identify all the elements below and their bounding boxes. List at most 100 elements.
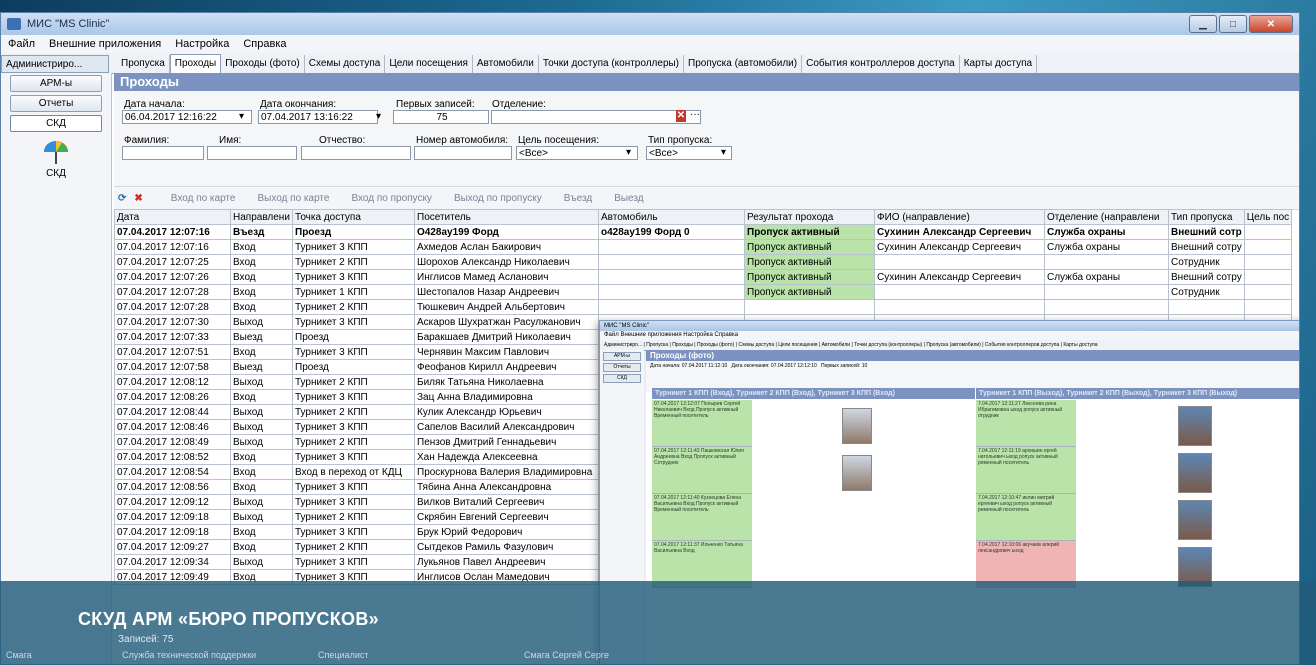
column-header[interactable]: Направлени [230,209,293,225]
minimize-button[interactable]: ▁ [1189,15,1217,33]
table-cell: 07.04.2017 12:09:27 [114,539,231,555]
sidebar-item-arm[interactable]: АРМ-ы [10,75,102,92]
exit-by-card-button[interactable]: Выход по карте [257,193,329,204]
column-header[interactable]: Тип пропуска [1168,209,1245,225]
tab-access-schemes[interactable]: Схемы доступа [305,55,386,73]
table-cell: Ахмедов Аслан Бакирович [414,239,599,255]
exit-card[interactable]: 7.04.2017 12:11:19 архишин ергей натолье… [976,447,1076,494]
table-cell: Хан Надежда Алексеевна [414,449,599,465]
tab-cars[interactable]: Автомобили [473,55,539,73]
table-cell: Турникет 2 КПП [292,509,415,525]
umbrella-icon[interactable] [42,140,70,166]
tab-car-passes[interactable]: Пропуска (автомобили) [684,55,803,73]
name-label: Имя: [219,135,242,146]
date-end-input[interactable]: 07.04.2017 13:16:22 [258,110,378,124]
sidebar-item-reports[interactable]: Отчеты [10,95,102,112]
table-cell: Сапелов Василий Александрович [414,419,599,435]
exit-column-header: Турникет 1 КПП (Выход), Турникет 2 КПП (… [976,388,1299,399]
entry-card[interactable]: 07.04.2017 12:11:40 Кузнецова Елена Васи… [652,494,752,541]
tab-visit-purposes[interactable]: Цели посещения [385,55,473,73]
chevron-down-icon[interactable]: ▾ [721,147,726,158]
menu-external-apps[interactable]: Внешние приложения [42,38,168,50]
menu-settings[interactable]: Настройка [168,38,236,50]
column-header[interactable]: Цель пос [1243,209,1293,225]
date-start-input[interactable]: 06.04.2017 12:16:22 [122,110,252,124]
table-cell [1243,299,1293,315]
surname-label: Фамилия: [124,135,170,146]
surname-input[interactable] [122,146,204,160]
pass-type-select[interactable]: <Все> [646,146,732,160]
chevron-down-icon[interactable]: ▾ [376,111,381,122]
table-cell: Вход [230,239,293,255]
visitor-photo [1178,453,1212,493]
table-row[interactable]: 07.04.2017 12:07:25 Вход Турникет 2 КПП Шор… [114,254,1293,270]
admin-tab[interactable]: Администриро... [1,55,109,73]
table-cell: Турникет 1 КПП [292,284,415,300]
car-entry-button[interactable]: Въезд [564,193,592,204]
entry-card[interactable]: 07.04.2017 12:11:43 Пашковская Юлия Андр… [652,447,752,494]
tab-controller-events[interactable]: События контроллеров доступа [802,55,960,73]
more-icon[interactable]: ··· [690,109,700,120]
car-number-input[interactable] [414,146,512,160]
car-exit-button[interactable]: Выезд [614,193,643,204]
menu-file[interactable]: Файл [1,38,42,50]
table-cell: 07.04.2017 12:07:16 [114,239,231,255]
tab-passages[interactable]: Проходы [169,54,222,73]
table-cell [598,239,745,255]
table-row[interactable]: 07.04.2017 12:07:16 Въезд Проезд О428ау199 … [114,224,1293,240]
table-cell: Турникет 3 КПП [292,389,415,405]
tab-access-points[interactable]: Точки доступа (контроллеры) [539,55,685,73]
chevron-down-icon[interactable]: ▾ [239,111,244,122]
overlay-sidebar-arm[interactable]: АРМ-ы [603,352,641,361]
status-fullname: Смага Сергей Серге [524,650,610,660]
table-cell: Тюшкевич Андрей Альбертович [414,299,599,315]
tab-access-cards[interactable]: Карты доступа [960,55,1038,73]
exit-by-pass-button[interactable]: Выход по пропуску [454,193,542,204]
table-cell: Вилков Виталий Сергеевич [414,494,599,510]
table-row[interactable]: 07.04.2017 12:07:16 Вход Турникет 3 КПП Ахм… [114,239,1293,255]
visit-purpose-select[interactable]: <Все> [516,146,638,160]
table-row[interactable]: 07.04.2017 12:07:26 Вход Турникет 3 КПП Инг… [114,269,1293,285]
entry-card[interactable]: 07.04.2017 12:12:07 Полырев Сергей Никол… [652,400,752,447]
table-cell: Выезд [230,359,293,375]
tab-passages-photo[interactable]: Проходы (фото) [221,55,305,73]
table-cell: Турникет 3 КПП [292,494,415,510]
exit-card[interactable]: 7.04.2017 12:11:27 Лексеева рина Ибрагим… [976,400,1076,447]
table-cell [874,299,1045,315]
exit-card[interactable]: 7.04.2017 12:10:47 иклин митрий ергеевич… [976,494,1076,541]
maximize-button[interactable]: □ [1219,15,1247,33]
refresh-icon[interactable]: ⟳ [118,193,126,204]
table-cell: Вход [230,269,293,285]
column-header[interactable]: Результат прохода [744,209,875,225]
table-cell: Вход [230,284,293,300]
sidebar-item-skd[interactable]: СКД [10,115,102,132]
close-button[interactable]: ✕ [1249,15,1293,33]
patronymic-input[interactable] [301,146,411,160]
table-cell: Скрябин Евгений Сергеевич [414,509,599,525]
column-header[interactable]: Отделение (направлени [1044,209,1169,225]
table-cell: Аскаров Шухратжан Расулжанович [414,314,599,330]
entry-by-card-button[interactable]: Вход по карте [171,193,236,204]
column-header[interactable]: Точка доступа [292,209,415,225]
first-records-stepper[interactable]: 75 [393,110,489,124]
entry-by-pass-button[interactable]: Вход по пропуску [351,193,431,204]
name-input[interactable] [207,146,297,160]
overlay-sidebar-reports[interactable]: Отчеты [603,363,641,372]
clear-icon[interactable]: ✕ [676,110,686,122]
menu-help[interactable]: Справка [236,38,293,50]
cancel-icon[interactable]: ✖ [134,193,142,204]
table-cell: 07.04.2017 12:07:51 [114,344,231,360]
table-cell: Вход в переход от КДЦ [292,464,415,480]
tab-passes[interactable]: Пропуска [117,55,170,73]
column-header[interactable]: Автомобиль [598,209,745,225]
record-count: Записей: 75 [118,634,174,645]
chevron-down-icon[interactable]: ▾ [626,147,631,158]
column-header[interactable]: ФИО (направление) [874,209,1045,225]
overlay-sidebar-skd[interactable]: СКД [603,374,641,383]
visit-purpose-label: Цель посещения: [518,135,599,146]
table-row[interactable]: 07.04.2017 12:07:28 Вход Турникет 2 КПП Тюш… [114,299,1293,315]
table-row[interactable]: 07.04.2017 12:07:28 Вход Турникет 1 КПП Шес… [114,284,1293,300]
column-header[interactable]: Посетитель [414,209,599,225]
department-input[interactable] [491,110,701,124]
column-header[interactable]: Дата [114,209,231,225]
